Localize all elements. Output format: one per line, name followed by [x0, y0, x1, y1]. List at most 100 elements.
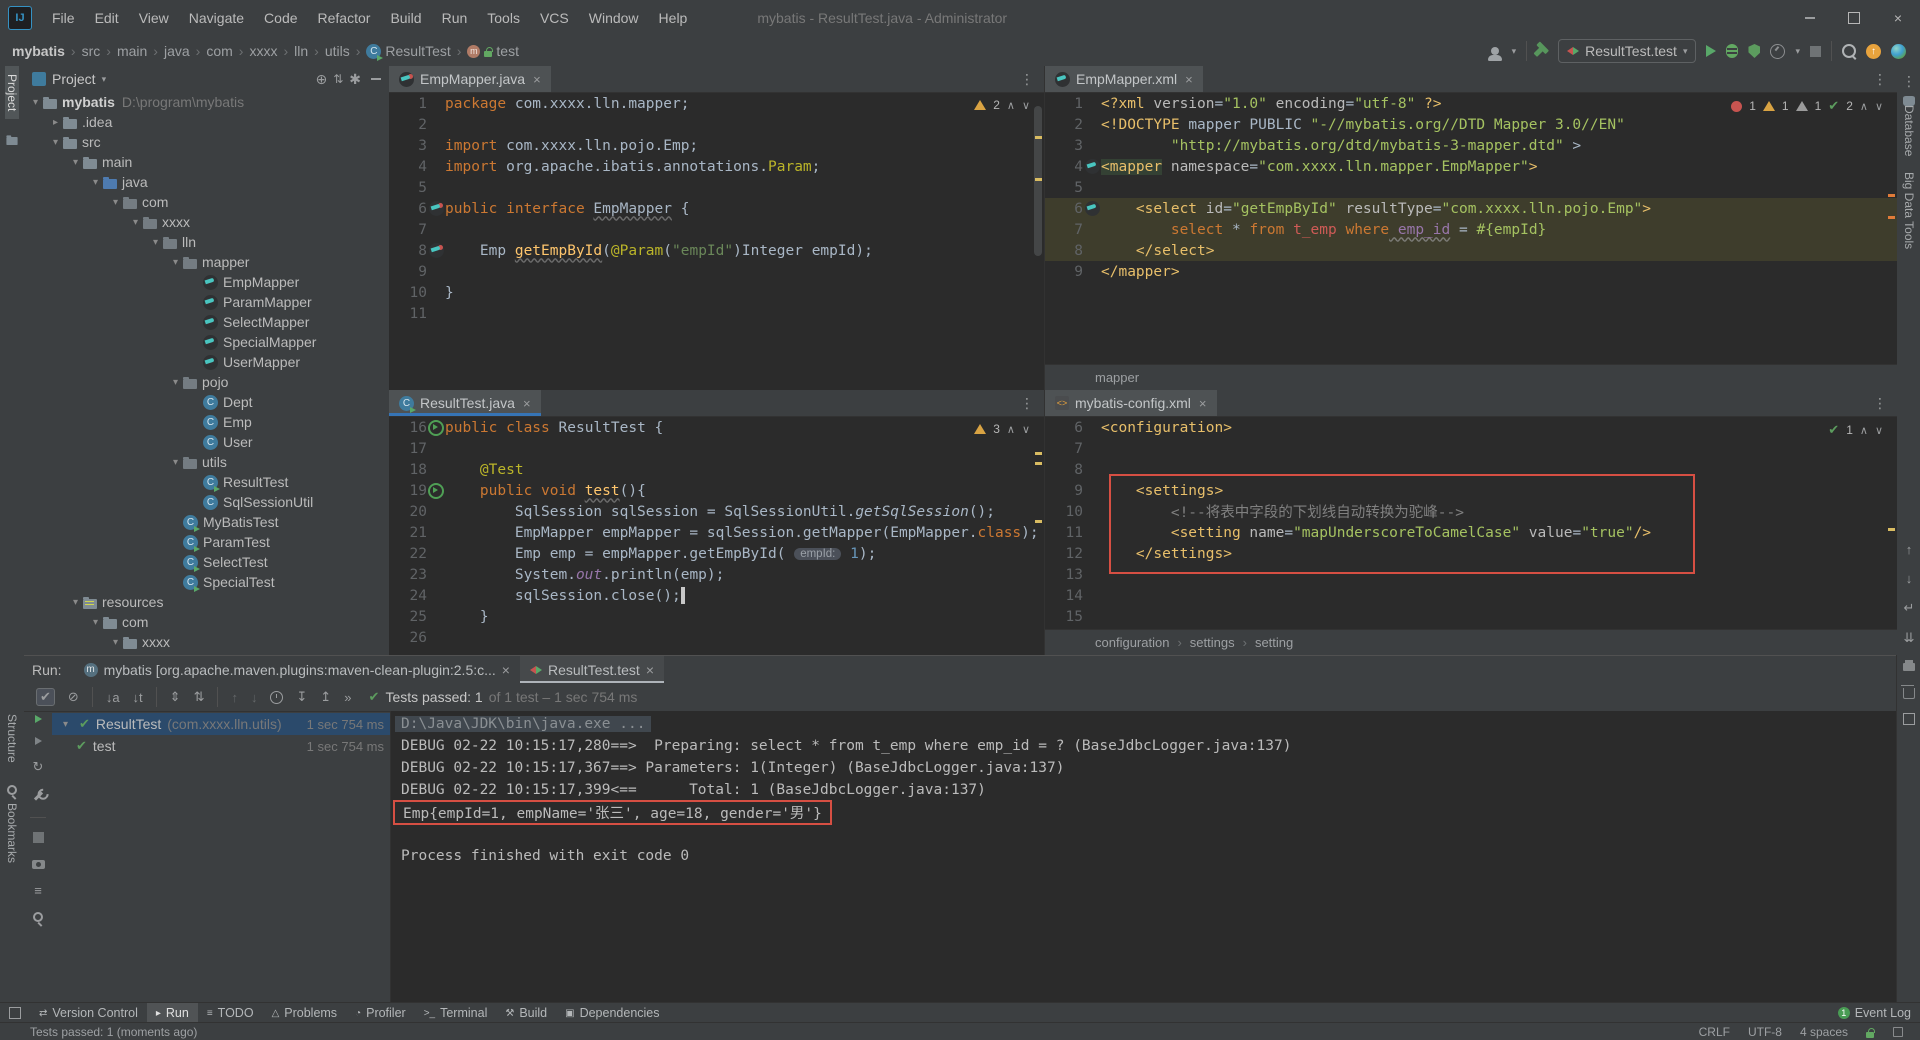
- project-files-icon[interactable]: [6, 137, 17, 145]
- code-area[interactable]: 1package com.xxxx.lln.mapper;23import co…: [389, 93, 1044, 390]
- scroll-down-icon[interactable]: ↓: [1906, 571, 1913, 586]
- menu-help[interactable]: Help: [649, 0, 698, 36]
- tree-expand-icon[interactable]: ▾: [168, 377, 183, 388]
- editor-tab-resulttest.java[interactable]: CResultTest.java×: [389, 390, 541, 416]
- code-area[interactable]: 1<?xml version="1.0" encoding="utf-8" ?>…: [1045, 93, 1897, 365]
- run-tab-resulttest-test[interactable]: ResultTest.test×: [520, 656, 664, 683]
- project-tree-item-java[interactable]: ▾java: [24, 172, 389, 192]
- menu-navigate[interactable]: Navigate: [179, 0, 254, 36]
- minimize-button[interactable]: [1788, 0, 1832, 36]
- event-log-button[interactable]: 1 Event Log: [1829, 1003, 1920, 1023]
- project-tree-item-specialmapper[interactable]: SpecialMapper: [24, 332, 389, 352]
- toolwindow-button-build[interactable]: ⚒Build: [496, 1003, 556, 1023]
- run-button[interactable]: [1706, 45, 1716, 57]
- stripe-more-icon[interactable]: ⋮: [1902, 74, 1916, 88]
- toolwindow-button-profiler[interactable]: ◔Profiler: [346, 1003, 415, 1023]
- project-stripe-tab[interactable]: Project: [5, 66, 19, 119]
- editor-tab-mybatis-config.xml[interactable]: <>mybatis-config.xml×: [1045, 390, 1217, 416]
- project-tree-item-parammapper[interactable]: ParamMapper: [24, 292, 389, 312]
- breadcrumb-item-lln[interactable]: lln: [294, 43, 308, 59]
- code-with-me-icon[interactable]: [1891, 44, 1906, 59]
- breadcrumb-item-mapper[interactable]: mapper: [1095, 370, 1139, 385]
- test-tree-item-test[interactable]: ✔test1 sec 754 ms: [52, 735, 390, 757]
- search-everywhere-icon[interactable]: [1842, 44, 1856, 58]
- menu-edit[interactable]: Edit: [85, 0, 129, 36]
- bookmark-pin-icon[interactable]: [7, 785, 17, 795]
- show-ignored-icon[interactable]: ⊘: [68, 689, 79, 705]
- toolwindow-button-version-control[interactable]: ⇄Version Control: [30, 1003, 147, 1023]
- show-passed-icon[interactable]: ✔: [36, 688, 55, 706]
- hide-panel-icon[interactable]: [371, 78, 381, 80]
- inspection-widget[interactable]: 2∧∨: [974, 98, 1030, 112]
- thread-dump-button[interactable]: ≡: [34, 883, 42, 898]
- menu-view[interactable]: View: [129, 0, 179, 36]
- menu-code[interactable]: Code: [254, 0, 307, 36]
- scroll-up-icon[interactable]: ↑: [1906, 542, 1913, 557]
- panel-settings-icon[interactable]: ✱: [349, 72, 361, 86]
- layout-icon[interactable]: [1903, 713, 1915, 725]
- debug-tests-button[interactable]: [35, 737, 42, 745]
- toolwindow-button-problems[interactable]: △Problems: [263, 1003, 347, 1023]
- project-tree-item-mapper[interactable]: ▾mapper: [24, 252, 389, 272]
- next-problem-icon[interactable]: ∨: [1022, 423, 1030, 436]
- next-problem-icon[interactable]: ∨: [1875, 100, 1883, 113]
- sort-by-duration-icon[interactable]: ↓t: [133, 690, 143, 705]
- project-tree-item-empmapper[interactable]: EmpMapper: [24, 272, 389, 292]
- test-history-icon[interactable]: [270, 691, 283, 704]
- breadcrumb-item-test[interactable]: test: [496, 43, 519, 59]
- toolwindow-button-run[interactable]: ▸Run: [147, 1003, 198, 1023]
- tree-expand-icon[interactable]: ▾: [128, 217, 143, 228]
- structure-stripe-tab[interactable]: Structure: [5, 706, 19, 771]
- lock-icon[interactable]: [1866, 1032, 1874, 1038]
- bigdata-stripe-tab[interactable]: Big Data Tools: [1902, 164, 1916, 257]
- next-problem-icon[interactable]: ∨: [1875, 424, 1883, 437]
- memory-snapshot-button[interactable]: [32, 860, 45, 869]
- project-panel-title[interactable]: Project: [52, 71, 96, 87]
- tree-expand-icon[interactable]: ▾: [58, 719, 73, 730]
- code-area[interactable]: 6<configuration>789 <settings>10 <!--将表中…: [1045, 417, 1897, 630]
- editor-options-icon[interactable]: ⋮: [1020, 395, 1044, 412]
- print-icon[interactable]: [1903, 663, 1915, 671]
- inspection-widget[interactable]: 111✔2∧∨: [1731, 98, 1883, 114]
- editor-options-icon[interactable]: ⋮: [1873, 71, 1897, 88]
- breadcrumb-item-main[interactable]: main: [117, 43, 147, 59]
- indent-indicator[interactable]: 4 spaces: [1800, 1025, 1848, 1039]
- project-tree-item-main[interactable]: ▾main: [24, 152, 389, 172]
- project-tree-item-selectmapper[interactable]: SelectMapper: [24, 312, 389, 332]
- project-tree-item-user[interactable]: CUser: [24, 432, 389, 452]
- tree-expand-icon[interactable]: ▾: [68, 597, 83, 608]
- project-view-dropdown-icon[interactable]: ▾: [102, 74, 107, 85]
- previous-problem-icon[interactable]: ∧: [1860, 100, 1868, 113]
- tree-expand-icon[interactable]: ▾: [48, 137, 63, 148]
- clear-all-icon[interactable]: [1903, 688, 1915, 699]
- project-tree-item-xxxx[interactable]: ▾xxxx: [24, 212, 389, 232]
- encoding-indicator[interactable]: UTF-8: [1748, 1025, 1782, 1039]
- close-tab-icon[interactable]: ×: [502, 662, 510, 678]
- project-tree-item-resources[interactable]: ▾resources: [24, 592, 389, 612]
- close-button[interactable]: ×: [1876, 0, 1920, 36]
- profiler-dropdown-icon[interactable]: ▾: [1795, 46, 1800, 57]
- next-problem-icon[interactable]: ∨: [1022, 99, 1030, 112]
- expand-all-icon[interactable]: ⇕: [170, 689, 181, 705]
- project-tree-item-com[interactable]: ▾com: [24, 612, 389, 632]
- editor-tab-empmapper.xml[interactable]: EmpMapper.xml×: [1045, 66, 1203, 92]
- project-tree-item-sqlsessionutil[interactable]: CSqlSessionUtil: [24, 492, 389, 512]
- breadcrumb-item-resulttest[interactable]: ResultTest: [385, 43, 450, 59]
- test-settings-button[interactable]: [33, 791, 42, 800]
- debug-button[interactable]: [1726, 44, 1738, 58]
- project-tree-item-resulttest[interactable]: CResultTest: [24, 472, 389, 492]
- close-tab-icon[interactable]: ×: [533, 72, 541, 87]
- project-tree-item-selecttest[interactable]: CSelectTest: [24, 552, 389, 572]
- user-icon[interactable]: [1491, 47, 1499, 55]
- tree-expand-icon[interactable]: ▾: [88, 617, 103, 628]
- coverage-button[interactable]: [1748, 44, 1760, 58]
- breadcrumb-item-xxxx[interactable]: xxxx: [249, 43, 277, 59]
- tree-expand-icon[interactable]: ▾: [168, 257, 183, 268]
- tree-expand-icon[interactable]: ▸: [48, 117, 63, 128]
- menu-file[interactable]: File: [42, 0, 85, 36]
- more-actions-icon[interactable]: »: [344, 690, 351, 705]
- editor-tab-empmapper.java[interactable]: EmpMapper.java×: [389, 66, 551, 92]
- breadcrumb-item-utils[interactable]: utils: [325, 43, 350, 59]
- tree-expand-icon[interactable]: ▾: [28, 97, 43, 108]
- breadcrumb-item-mybatis[interactable]: mybatis: [12, 43, 65, 59]
